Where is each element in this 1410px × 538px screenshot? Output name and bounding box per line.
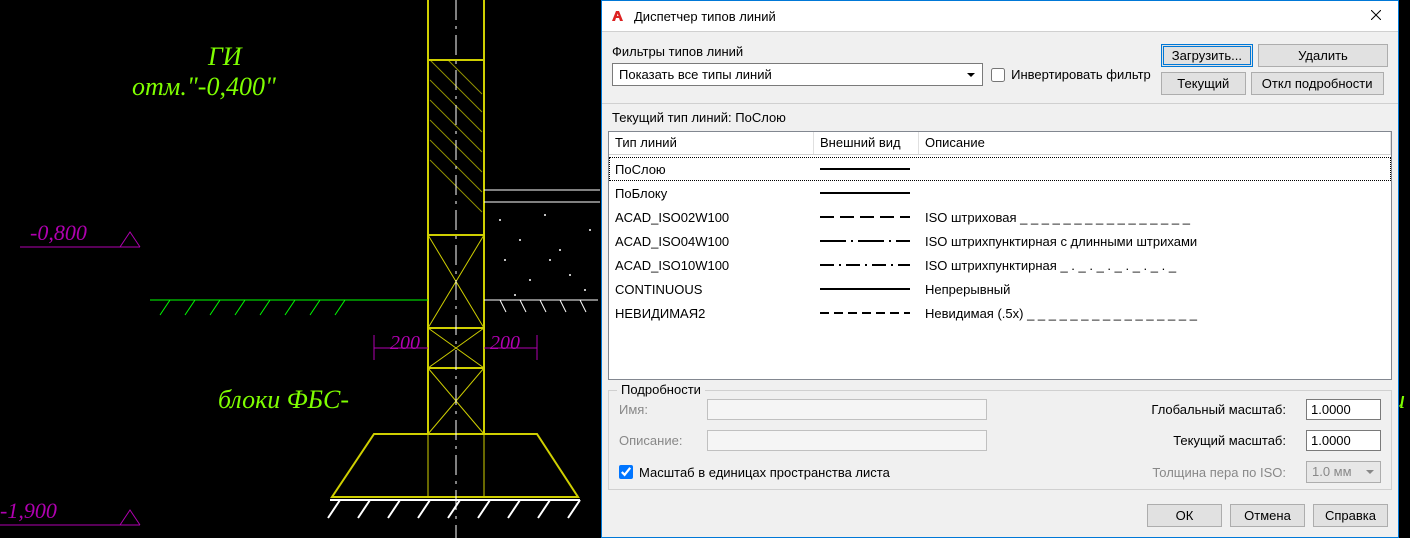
iso-pen-label: Толщина пера по ISO:	[898, 465, 1298, 480]
details-groupbox: Подробности Имя: Глобальный масштаб: Опи…	[608, 390, 1392, 490]
linetype-manager-dialog: Диспетчер типов линий Фильтры типов лини…	[601, 0, 1399, 538]
linetype-row[interactable]: НЕВИДИМАЯ2 Невидимая (.5x) _ _ _ _ _ _ _ …	[609, 301, 1391, 325]
iso-pen-combo: 1.0 мм	[1306, 461, 1381, 483]
cad-label-elevation: отм."-0,400"	[132, 72, 276, 102]
hide-details-button[interactable]: Откл подробности	[1251, 72, 1384, 95]
dialog-titlebar[interactable]: Диспетчер типов линий	[602, 1, 1398, 32]
details-legend: Подробности	[617, 382, 705, 397]
linetype-row-appearance	[814, 235, 919, 247]
linetype-row-description: ISO штриховая _ _ _ _ _ _ _ _ _ _ _ _ _ …	[919, 210, 1391, 225]
paper-units-label: Масштаб в единицах пространства листа	[639, 465, 890, 480]
linetype-row[interactable]: CONTINUOUS Непрерывный	[609, 277, 1391, 301]
cad-level-neg-0800: -0,800	[30, 220, 87, 246]
name-input[interactable]	[707, 399, 987, 420]
linetype-row-name: ПоСлою	[609, 162, 814, 177]
filter-combo[interactable]: Показать все типы линий	[612, 63, 983, 86]
linetype-row-name: ACAD_ISO10W100	[609, 258, 814, 273]
col-header-description[interactable]: Описание	[919, 132, 1391, 154]
close-button[interactable]	[1353, 1, 1398, 31]
close-icon	[1371, 10, 1381, 20]
linetype-row-appearance	[814, 283, 919, 295]
linetype-row-appearance	[814, 307, 919, 319]
current-scale-input[interactable]	[1306, 430, 1381, 451]
load-button[interactable]: Загрузить...	[1161, 44, 1253, 67]
cad-label-fbs: блоки ФБС-	[218, 385, 349, 415]
linetype-list[interactable]: Тип линий Внешний вид Описание ПоСлою ПоБ…	[608, 131, 1392, 380]
linetype-row-name: ACAD_ISO04W100	[609, 234, 814, 249]
cad-dim-200-right: 200	[490, 332, 520, 355]
linetype-row-appearance	[814, 259, 919, 271]
linetype-row-appearance	[814, 163, 919, 175]
linetype-row-name: НЕВИДИМАЯ2	[609, 306, 814, 321]
global-scale-label: Глобальный масштаб:	[995, 402, 1298, 417]
linetype-row-description: Непрерывный	[919, 282, 1391, 297]
autocad-icon	[610, 8, 626, 24]
linetype-row-appearance	[814, 211, 919, 223]
list-header: Тип линий Внешний вид Описание	[609, 132, 1391, 155]
current-scale-label: Текущий масштаб:	[995, 433, 1298, 448]
filters-label: Фильтры типов линий	[612, 44, 1151, 59]
ok-button[interactable]: ОК	[1147, 504, 1222, 527]
current-button[interactable]: Текущий	[1161, 72, 1246, 95]
linetype-row[interactable]: ПоБлоку	[609, 181, 1391, 205]
linetype-row-description: Невидимая (.5x) _ _ _ _ _ _ _ _ _ _ _ _ …	[919, 306, 1391, 321]
delete-button[interactable]: Удалить	[1258, 44, 1388, 67]
cad-label-gi: ГИ	[208, 42, 242, 72]
cancel-button[interactable]: Отмена	[1230, 504, 1305, 527]
invert-filter-label: Инвертировать фильтр	[1011, 67, 1151, 82]
linetype-row[interactable]: ACAD_ISO02W100 ISO штриховая _ _ _ _ _ _ …	[609, 205, 1391, 229]
global-scale-input[interactable]	[1306, 399, 1381, 420]
linetype-row-appearance	[814, 187, 919, 199]
linetype-row[interactable]: ACAD_ISO04W100 ISO штрихпунктирная с длин…	[609, 229, 1391, 253]
linetype-row-name: CONTINUOUS	[609, 282, 814, 297]
col-header-appearance[interactable]: Внешний вид	[814, 132, 919, 154]
cad-dim-200-left: 200	[390, 332, 420, 355]
name-label: Имя:	[619, 402, 699, 417]
paper-units-input[interactable]	[619, 465, 633, 479]
description-label: Описание:	[619, 433, 699, 448]
dialog-title: Диспетчер типов линий	[634, 9, 1353, 24]
paper-units-checkbox[interactable]: Масштаб в единицах пространства листа	[619, 465, 890, 480]
linetype-row-description: ISO штрихпунктирная _ . _ . _ . _ . _ . …	[919, 258, 1391, 273]
linetype-row-name: ACAD_ISO02W100	[609, 210, 814, 225]
linetype-row-description: ISO штрихпунктирная с длинными штрихами	[919, 234, 1391, 249]
linetype-row[interactable]: ACAD_ISO10W100 ISO штрихпунктирная _ . _ …	[609, 253, 1391, 277]
linetype-row[interactable]: ПоСлою	[609, 157, 1391, 181]
linetype-row-name: ПоБлоку	[609, 186, 814, 201]
invert-filter-input[interactable]	[991, 68, 1005, 82]
help-button[interactable]: Справка	[1313, 504, 1388, 527]
col-header-name[interactable]: Тип линий	[609, 132, 814, 154]
cad-level-neg-1900: -1,900	[0, 498, 57, 524]
description-input[interactable]	[707, 430, 987, 451]
current-linetype-label: Текущий тип линий: ПоСлою	[602, 103, 1398, 131]
invert-filter-checkbox[interactable]: Инвертировать фильтр	[991, 67, 1151, 82]
